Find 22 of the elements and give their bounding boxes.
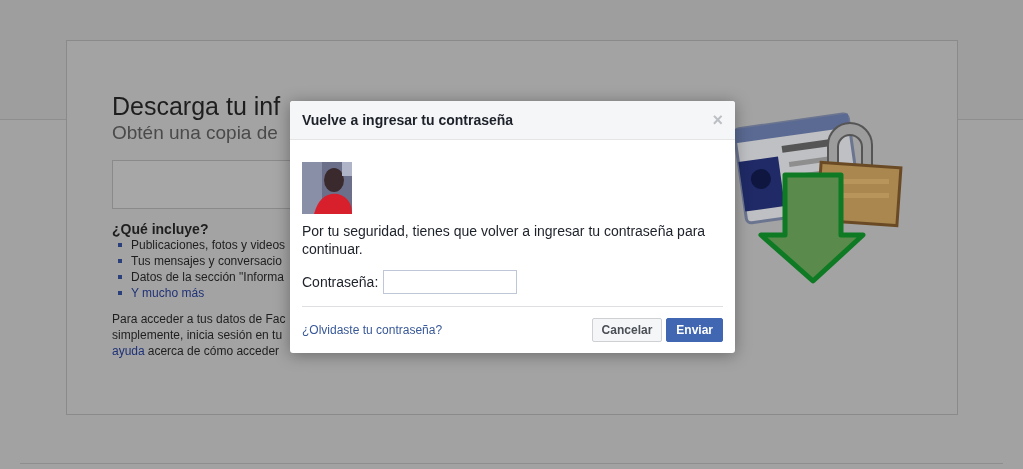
bullet-icon xyxy=(118,243,122,247)
page-subheading: Obtén una copia de xyxy=(112,121,278,145)
bullet-icon xyxy=(118,291,122,295)
bullet-icon xyxy=(118,275,122,279)
password-field[interactable] xyxy=(383,270,518,294)
forgot-password-link[interactable]: ¿Olvidaste tu contraseña? xyxy=(302,321,443,339)
list-item: Publicaciones, fotos y videos xyxy=(131,237,286,254)
list-item: Datos de la sección "Informa xyxy=(131,269,284,286)
password-label: Contraseña: xyxy=(302,272,379,292)
submit-button[interactable]: Enviar xyxy=(666,318,723,342)
paragraph-line: acerca de cómo acceder xyxy=(147,343,280,360)
cancel-button[interactable]: Cancelar xyxy=(591,318,663,342)
security-message: Por tu seguridad, tienes que volver a ingresar tu contraseña para continuar. xyxy=(302,222,707,258)
dialog-title: Vuelve a ingresar tu contraseña xyxy=(302,110,514,130)
section-title: ¿Qué incluye? xyxy=(112,221,209,237)
more-link[interactable]: Y mucho más xyxy=(131,284,205,302)
help-link[interactable]: ayuda xyxy=(112,342,145,360)
paragraph-line: simplemente, inicia sesión en tu xyxy=(112,327,283,344)
page-heading: Descarga tu inf xyxy=(112,91,281,121)
list-item: Tus mensajes y conversacio xyxy=(131,253,282,270)
paragraph-line: Para acceder a tus datos de Fac xyxy=(112,311,286,328)
bullet-icon xyxy=(118,259,122,263)
